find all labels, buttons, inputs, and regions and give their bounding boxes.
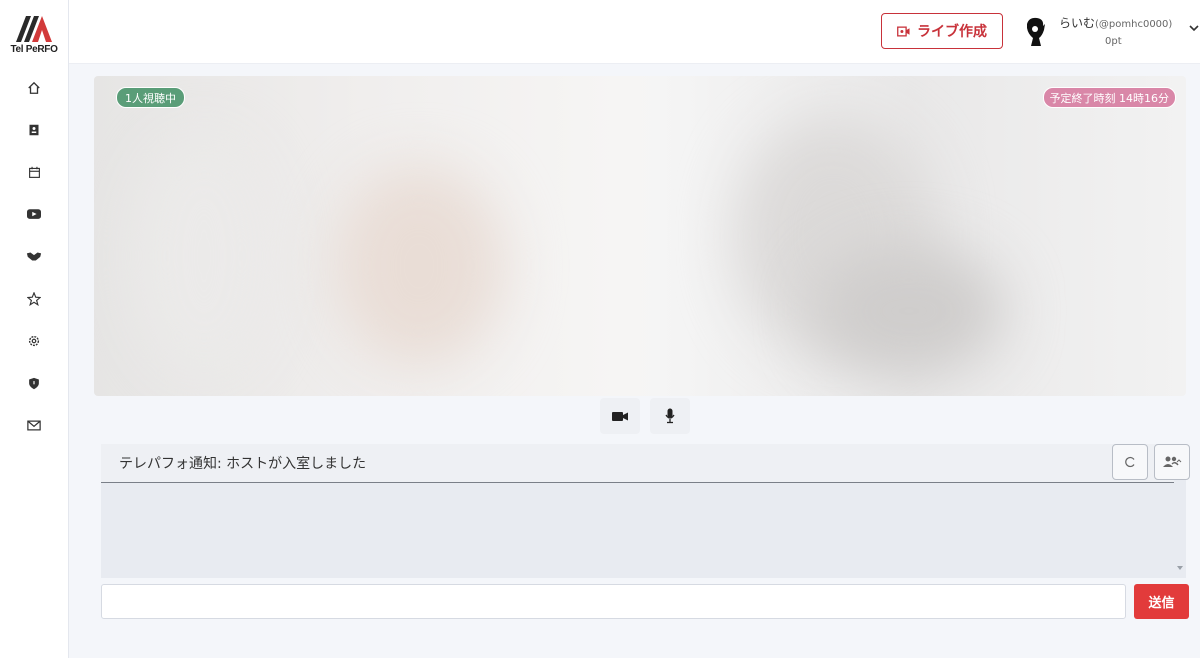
sidebar-item-settings[interactable]	[24, 331, 44, 351]
star-icon	[27, 292, 41, 306]
sidebar-item-calendar[interactable]	[24, 162, 44, 182]
participants-button[interactable]	[1154, 444, 1190, 480]
sidebar-item-security[interactable]	[24, 373, 44, 393]
user-points: 0pt	[1105, 36, 1122, 47]
user-name: らいむ(@pomhc0000)	[1059, 16, 1173, 30]
viewer-count-badge: 1人視聴中	[116, 87, 185, 108]
refresh-button[interactable]	[1112, 444, 1148, 480]
id-card-icon	[29, 124, 39, 136]
chevron-down-icon[interactable]	[1189, 24, 1199, 32]
top-header: ライブ作成 らいむ(@pomhc0000) 0pt	[69, 0, 1200, 64]
video-blur	[334, 166, 504, 366]
home-icon	[28, 81, 40, 94]
microphone-icon	[665, 408, 675, 424]
sidebar-item-home[interactable]	[24, 78, 44, 98]
participants-icon	[1163, 456, 1182, 467]
video-icon	[27, 209, 41, 219]
create-live-button[interactable]: ライブ作成	[881, 13, 1003, 49]
logo-mark-icon	[16, 16, 52, 42]
video-blur	[814, 246, 1004, 376]
sidebar-item-videos[interactable]	[24, 204, 44, 224]
video-stream	[94, 76, 1186, 396]
scroll-down-arrow[interactable]	[1176, 564, 1184, 572]
calendar-icon	[28, 166, 40, 178]
create-live-label: ライブ作成	[917, 23, 987, 39]
camera-toggle-button[interactable]	[600, 398, 640, 434]
chat-notice: テレパフォ通知: ホストが入室しました	[101, 444, 1174, 483]
send-button[interactable]: 送信	[1134, 584, 1189, 619]
mic-toggle-button[interactable]	[650, 398, 690, 434]
gear-icon	[28, 335, 40, 347]
sidebar-item-profile[interactable]	[24, 120, 44, 140]
mail-icon	[27, 420, 41, 430]
video-blur	[134, 136, 274, 376]
user-avatar-icon	[1027, 17, 1045, 46]
user-handle: (@pomhc0000)	[1095, 19, 1173, 30]
logo[interactable]: Tel PeRFO	[6, 10, 62, 60]
logo-text: Tel PeRFO	[10, 44, 58, 55]
avatar[interactable]	[1023, 16, 1047, 48]
refresh-icon	[1125, 456, 1135, 468]
sidebar: Tel PeRFO	[0, 0, 69, 658]
chat-message-input[interactable]	[101, 584, 1126, 619]
live-camera-icon	[897, 25, 910, 37]
sidebar-item-messages[interactable]	[24, 415, 44, 435]
sidebar-item-favorites[interactable]	[24, 289, 44, 309]
sidebar-item-partners[interactable]	[24, 246, 44, 266]
end-time-badge: 予定終了時刻 14時16分	[1042, 87, 1176, 108]
handshake-icon	[26, 252, 42, 261]
shield-icon	[29, 377, 39, 389]
camera-icon	[612, 411, 628, 421]
